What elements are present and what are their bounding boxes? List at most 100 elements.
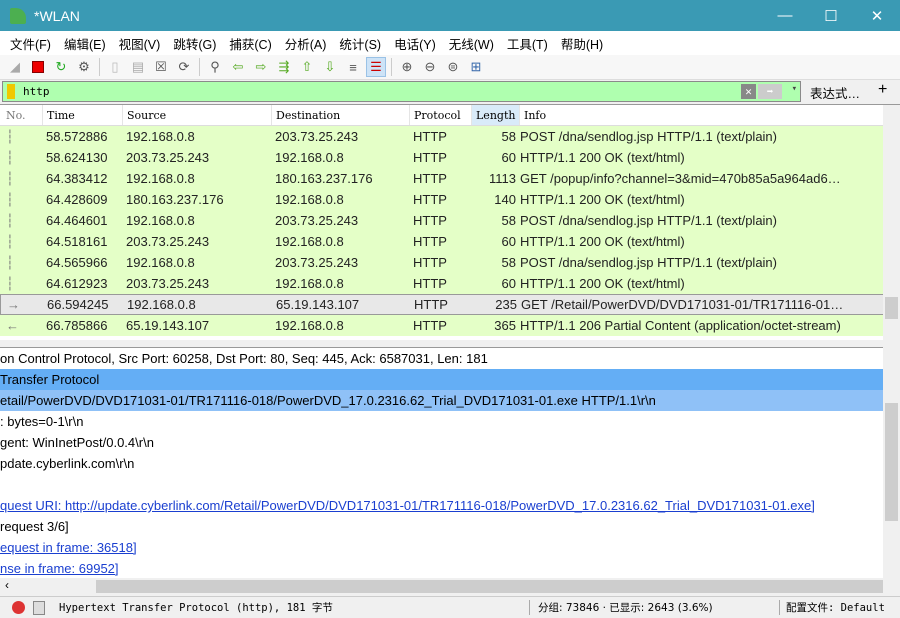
packet-row[interactable]: ┆ 64.383412 192.168.0.8 180.163.237.176 HTTP… bbox=[0, 168, 900, 189]
packet-length: 140 bbox=[494, 192, 516, 207]
detail-line[interactable] bbox=[0, 474, 883, 495]
close-button[interactable]: ✕ bbox=[854, 0, 900, 31]
packet-source: 192.168.0.8 bbox=[126, 213, 195, 228]
details-horizontal-scrollbar[interactable]: ‹ bbox=[0, 578, 883, 595]
profile-label[interactable]: 配置文件: Default bbox=[779, 600, 885, 615]
packet-row[interactable]: ┆ 64.612923 203.73.25.243 192.168.0.8 HTTP 60… bbox=[0, 273, 900, 294]
column-protocol[interactable]: Protocol bbox=[410, 105, 472, 125]
filter-history-dropdown[interactable]: ▾ bbox=[792, 84, 797, 94]
go-back-icon[interactable]: ⇦ bbox=[228, 57, 248, 77]
detail-line[interactable]: pdate.cyberlink.com\r\n bbox=[0, 453, 883, 474]
packet-source: 192.168.0.8 bbox=[126, 129, 195, 144]
resize-columns-icon[interactable]: ⊞ bbox=[466, 57, 486, 77]
zoom-reset-icon[interactable]: ⊜ bbox=[443, 57, 463, 77]
menu-statistics[interactable]: 统计(S) bbox=[334, 34, 389, 53]
packet-time: 64.383412 bbox=[46, 171, 108, 186]
packet-destination: 192.168.0.8 bbox=[275, 150, 344, 165]
detail-line[interactable]: etail/PowerDVD/DVD171031-01/TR171116-018… bbox=[0, 390, 883, 411]
column-length[interactable]: Length bbox=[472, 105, 520, 125]
packet-list-scrollbar[interactable] bbox=[883, 105, 900, 340]
details-scrollbar[interactable] bbox=[883, 347, 900, 595]
display-filter-input[interactable]: http ✕ ➡ ▾ bbox=[2, 81, 801, 102]
detail-line[interactable]: Transfer Protocol bbox=[0, 369, 883, 390]
bookmark-icon[interactable] bbox=[7, 84, 15, 99]
menu-analyze[interactable]: 分析(A) bbox=[280, 34, 335, 53]
packet-row[interactable]: ┆ 58.572886 192.168.0.8 203.73.25.243 HTTP 58… bbox=[0, 126, 900, 147]
restart-capture-icon[interactable]: ↻ bbox=[51, 57, 71, 77]
expression-button[interactable]: 表达式… bbox=[810, 83, 860, 102]
menu-view[interactable]: 视图(V) bbox=[114, 34, 169, 53]
packet-row[interactable]: ┆ 64.428609 180.163.237.176 192.168.0.8 HTTP… bbox=[0, 189, 900, 210]
packet-destination: 203.73.25.243 bbox=[275, 255, 359, 270]
colorize-icon[interactable]: ☰ bbox=[366, 57, 386, 77]
expert-info-icon[interactable] bbox=[12, 601, 25, 614]
packet-row[interactable]: ┆ 64.464601 192.168.0.8 203.73.25.243 HTTP 58… bbox=[0, 210, 900, 231]
column-info[interactable]: Info bbox=[520, 105, 900, 125]
filter-value[interactable]: http bbox=[23, 85, 50, 98]
packet-marker: ← bbox=[6, 318, 19, 333]
detail-line[interactable]: : bytes=0-1\r\n bbox=[0, 411, 883, 432]
packet-time: 64.428609 bbox=[46, 192, 108, 207]
reload-file-icon[interactable]: ⟳ bbox=[174, 57, 194, 77]
minimize-button[interactable]: — bbox=[762, 0, 808, 31]
packet-length: 58 bbox=[501, 213, 516, 228]
packet-time: 58.572886 bbox=[46, 129, 108, 144]
packet-length: 58 bbox=[501, 255, 516, 270]
detail-line[interactable]: quest URI: http://update.cyberlink.com/R… bbox=[0, 495, 883, 516]
menu-tools[interactable]: 工具(T) bbox=[502, 34, 556, 53]
detail-line[interactable]: on Control Protocol, Src Port: 60258, Ds… bbox=[0, 348, 883, 369]
packet-marker: ┆ bbox=[6, 254, 14, 270]
autoscroll-icon[interactable]: ≡ bbox=[343, 57, 363, 77]
menu-bar: 文件(F) 编辑(E) 视图(V) 跳转(G) 捕获(C) 分析(A) 统计(S… bbox=[0, 31, 900, 55]
packet-source: 192.168.0.8 bbox=[126, 255, 195, 270]
go-to-packet-icon[interactable]: ⇶ bbox=[274, 57, 294, 77]
stop-capture-icon[interactable] bbox=[28, 57, 48, 77]
packet-destination: 203.73.25.243 bbox=[275, 213, 359, 228]
packet-destination: 192.168.0.8 bbox=[275, 318, 344, 333]
detail-line[interactable]: nse in frame: 69952] bbox=[0, 558, 883, 578]
go-forward-icon[interactable]: ⇨ bbox=[251, 57, 271, 77]
start-capture-icon[interactable]: ◢ bbox=[5, 57, 25, 77]
column-source[interactable]: Source bbox=[123, 105, 272, 125]
detail-line[interactable]: gent: WinInetPost/0.0.4\r\n bbox=[0, 432, 883, 453]
add-filter-button[interactable]: + bbox=[878, 81, 887, 99]
zoom-in-icon[interactable]: ⊕ bbox=[397, 57, 417, 77]
menu-telephony[interactable]: 电话(Y) bbox=[389, 34, 444, 53]
detail-line[interactable]: equest in frame: 36518] bbox=[0, 537, 883, 558]
packet-marker: ┆ bbox=[6, 233, 14, 249]
clear-filter-button[interactable]: ✕ bbox=[741, 84, 756, 99]
packet-row[interactable]: ┆ 58.624130 203.73.25.243 192.168.0.8 HTTP 60… bbox=[0, 147, 900, 168]
open-file-icon[interactable]: ▯ bbox=[105, 57, 125, 77]
packet-info: HTTP/1.1 206 Partial Content (applicatio… bbox=[520, 318, 841, 333]
menu-file[interactable]: 文件(F) bbox=[5, 34, 59, 53]
capture-options-icon[interactable]: ⚙ bbox=[74, 57, 94, 77]
packet-protocol: HTTP bbox=[413, 129, 447, 144]
detail-line[interactable]: request 3/6] bbox=[0, 516, 883, 537]
menu-wireless[interactable]: 无线(W) bbox=[444, 34, 502, 53]
packet-time: 64.612923 bbox=[46, 276, 108, 291]
maximize-button[interactable]: ☐ bbox=[808, 0, 854, 31]
close-file-icon[interactable]: ☒ bbox=[151, 57, 171, 77]
find-packet-icon[interactable]: ⚲ bbox=[205, 57, 225, 77]
first-packet-icon[interactable]: ⇧ bbox=[297, 57, 317, 77]
packet-row[interactable]: ┆ 64.565966 192.168.0.8 203.73.25.243 HTTP 58… bbox=[0, 252, 900, 273]
packet-row[interactable]: ← 66.785866 65.19.143.107 192.168.0.8 HTTP 36… bbox=[0, 315, 900, 336]
menu-go[interactable]: 跳转(G) bbox=[168, 34, 224, 53]
menu-edit[interactable]: 编辑(E) bbox=[59, 34, 114, 53]
column-time[interactable]: Time bbox=[43, 105, 123, 125]
packet-row[interactable]: ┆ 64.518161 203.73.25.243 192.168.0.8 HTTP 60… bbox=[0, 231, 900, 252]
column-no[interactable]: No. bbox=[0, 105, 43, 125]
menu-help[interactable]: 帮助(H) bbox=[556, 34, 611, 53]
last-packet-icon[interactable]: ⇩ bbox=[320, 57, 340, 77]
apply-filter-button[interactable]: ➡ bbox=[758, 84, 782, 99]
save-file-icon[interactable]: ▤ bbox=[128, 57, 148, 77]
packet-row[interactable]: → 66.594245 192.168.0.8 65.19.143.107 HTTP 23… bbox=[0, 294, 900, 315]
packet-marker: ┆ bbox=[6, 191, 14, 207]
zoom-out-icon[interactable]: ⊖ bbox=[420, 57, 440, 77]
column-destination[interactable]: Destination bbox=[272, 105, 410, 125]
menu-capture[interactable]: 捕获(C) bbox=[224, 34, 279, 53]
packet-time: 64.518161 bbox=[46, 234, 108, 249]
packet-source: 203.73.25.243 bbox=[126, 276, 210, 291]
packet-time: 66.594245 bbox=[47, 297, 109, 312]
capture-comment-icon[interactable] bbox=[33, 600, 45, 615]
